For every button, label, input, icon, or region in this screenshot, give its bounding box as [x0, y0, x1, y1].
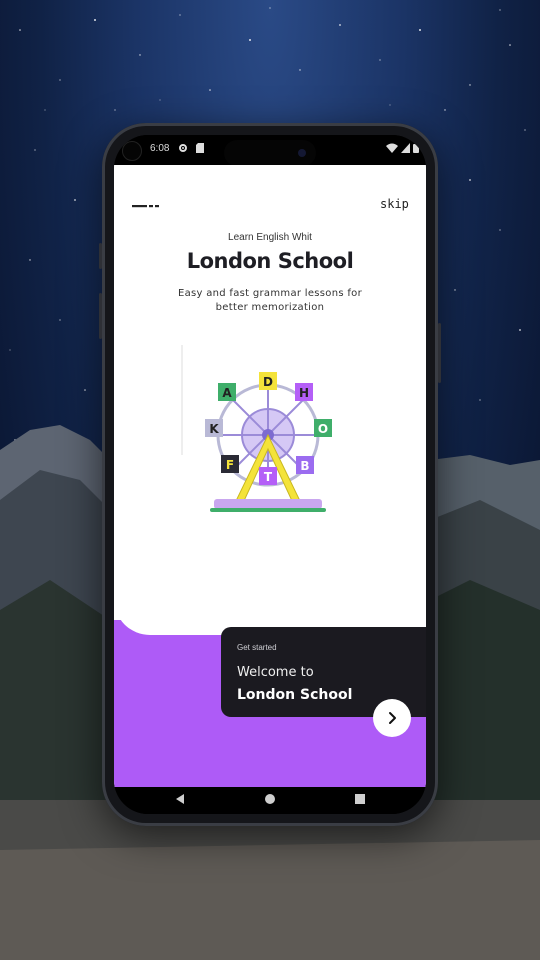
skip-button[interactable]: skip — [380, 197, 409, 211]
phone-side-button — [99, 243, 102, 269]
phone-side-button — [99, 293, 102, 339]
letter-tile: A — [222, 386, 232, 400]
camera-icon — [122, 141, 142, 161]
next-button[interactable] — [373, 699, 411, 737]
card-welcome: Welcome to — [237, 665, 314, 680]
onboarding-screen: skip Learn English Whit London School Ea… — [114, 165, 426, 787]
circle-home-icon — [265, 794, 275, 804]
menu-icon[interactable] — [132, 203, 160, 209]
phone-frame: 6:08 skip Learn English Whit London Scho… — [99, 123, 441, 826]
letter-tile: B — [300, 459, 309, 473]
dynamic-island — [224, 140, 316, 166]
wifi-icon — [386, 143, 398, 153]
nav-home-button[interactable] — [250, 787, 290, 814]
card-school-name: London School — [237, 687, 353, 703]
letter-tile: T — [264, 470, 273, 484]
page-title: London School — [186, 249, 354, 273]
battery-icon — [413, 144, 419, 153]
square-recents-icon — [355, 794, 365, 804]
letter-tile: D — [263, 375, 273, 389]
status-time: 6:08 — [150, 143, 170, 154]
intro-subtitle: Learn English Whit — [228, 232, 312, 243]
letter-tile: H — [299, 386, 309, 400]
letter-tile: F — [226, 458, 234, 472]
nav-recents-button[interactable] — [340, 787, 380, 814]
settings-gear-icon — [179, 144, 187, 152]
ferris-wheel-illustration: D H O B T F K A — [181, 345, 332, 512]
chevron-right-icon — [389, 712, 396, 724]
phone-power-button — [438, 323, 441, 383]
signal-icon — [401, 143, 410, 153]
system-navigation-bar — [114, 787, 426, 814]
nav-back-button[interactable] — [160, 787, 200, 814]
intro-description: Easy and fast grammar lessons for better… — [177, 288, 363, 313]
front-camera-icon — [298, 149, 306, 157]
phone-screen: 6:08 skip Learn English Whit London Scho… — [114, 135, 426, 814]
triangle-back-icon — [176, 794, 184, 804]
sd-card-icon — [196, 143, 204, 153]
letter-tile: K — [209, 422, 219, 436]
status-bar: 6:08 — [114, 135, 426, 166]
letter-tile: O — [318, 422, 328, 436]
card-label: Get started — [237, 643, 277, 652]
